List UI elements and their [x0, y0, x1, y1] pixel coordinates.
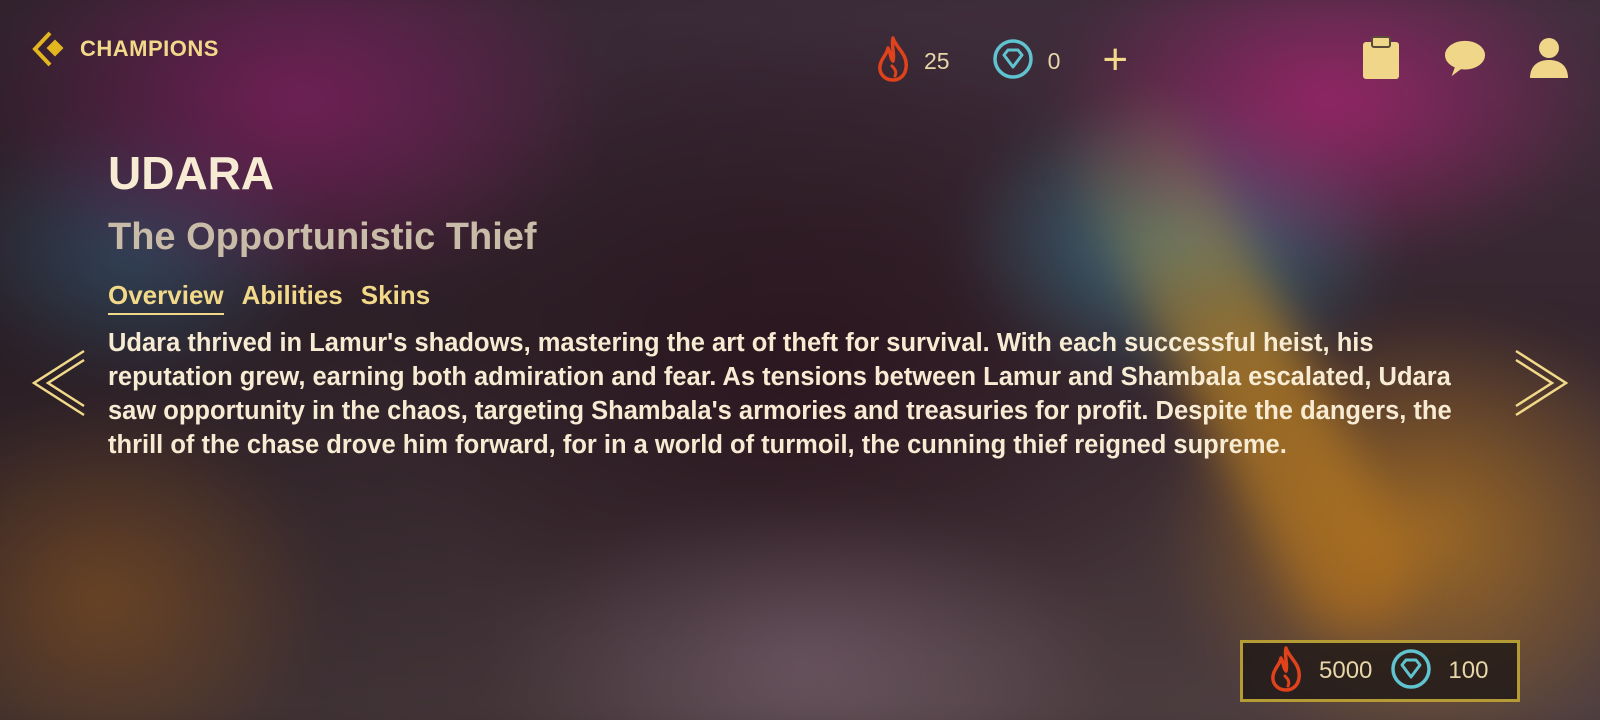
gem-price: 100	[1390, 648, 1488, 695]
previous-champion-button[interactable]	[28, 348, 88, 418]
gem-icon	[1390, 648, 1432, 695]
plus-icon[interactable]: +	[1102, 37, 1128, 82]
fire-icon	[876, 36, 910, 87]
gem-currency: 0	[992, 38, 1061, 85]
gem-amount: 0	[1047, 48, 1061, 74]
fire-currency: 25	[876, 36, 950, 87]
gem-icon	[992, 38, 1034, 85]
champion-detail-screen: CHAMPIONS 25 0 + UDARA The Opportunistic…	[0, 0, 1600, 720]
champion-name: UDARA	[108, 147, 275, 199]
chevron-left-icon	[28, 349, 88, 422]
top-right-menu	[1360, 36, 1570, 80]
purchase-price-button[interactable]: 5000 100	[1240, 640, 1520, 702]
gem-price-value: 100	[1448, 657, 1489, 684]
champion-tabs: Overview Abilities Skins	[108, 280, 430, 315]
next-champion-button[interactable]	[1512, 348, 1572, 418]
chat-icon[interactable]	[1444, 36, 1486, 80]
chevron-right-icon	[1512, 349, 1572, 422]
clipboard-icon[interactable]	[1360, 36, 1402, 80]
back-label: CHAMPIONS	[80, 36, 219, 61]
champion-title: The Opportunistic Thief	[108, 216, 537, 258]
tab-overview[interactable]: Overview	[108, 280, 224, 315]
tab-skins[interactable]: Skins	[361, 280, 430, 315]
back-arrow-icon	[32, 30, 68, 68]
currency-bar: 25 0 +	[876, 36, 1128, 87]
user-icon[interactable]	[1528, 36, 1570, 80]
fire-amount: 25	[924, 48, 950, 74]
champion-lore: Udara thrived in Lamur's shadows, master…	[108, 329, 1452, 459]
fire-icon	[1269, 645, 1303, 697]
tab-abilities[interactable]: Abilities	[242, 280, 343, 315]
fire-price: 5000	[1269, 645, 1373, 697]
back-button[interactable]: CHAMPIONS	[32, 30, 219, 68]
fire-price-value: 5000	[1319, 657, 1373, 684]
